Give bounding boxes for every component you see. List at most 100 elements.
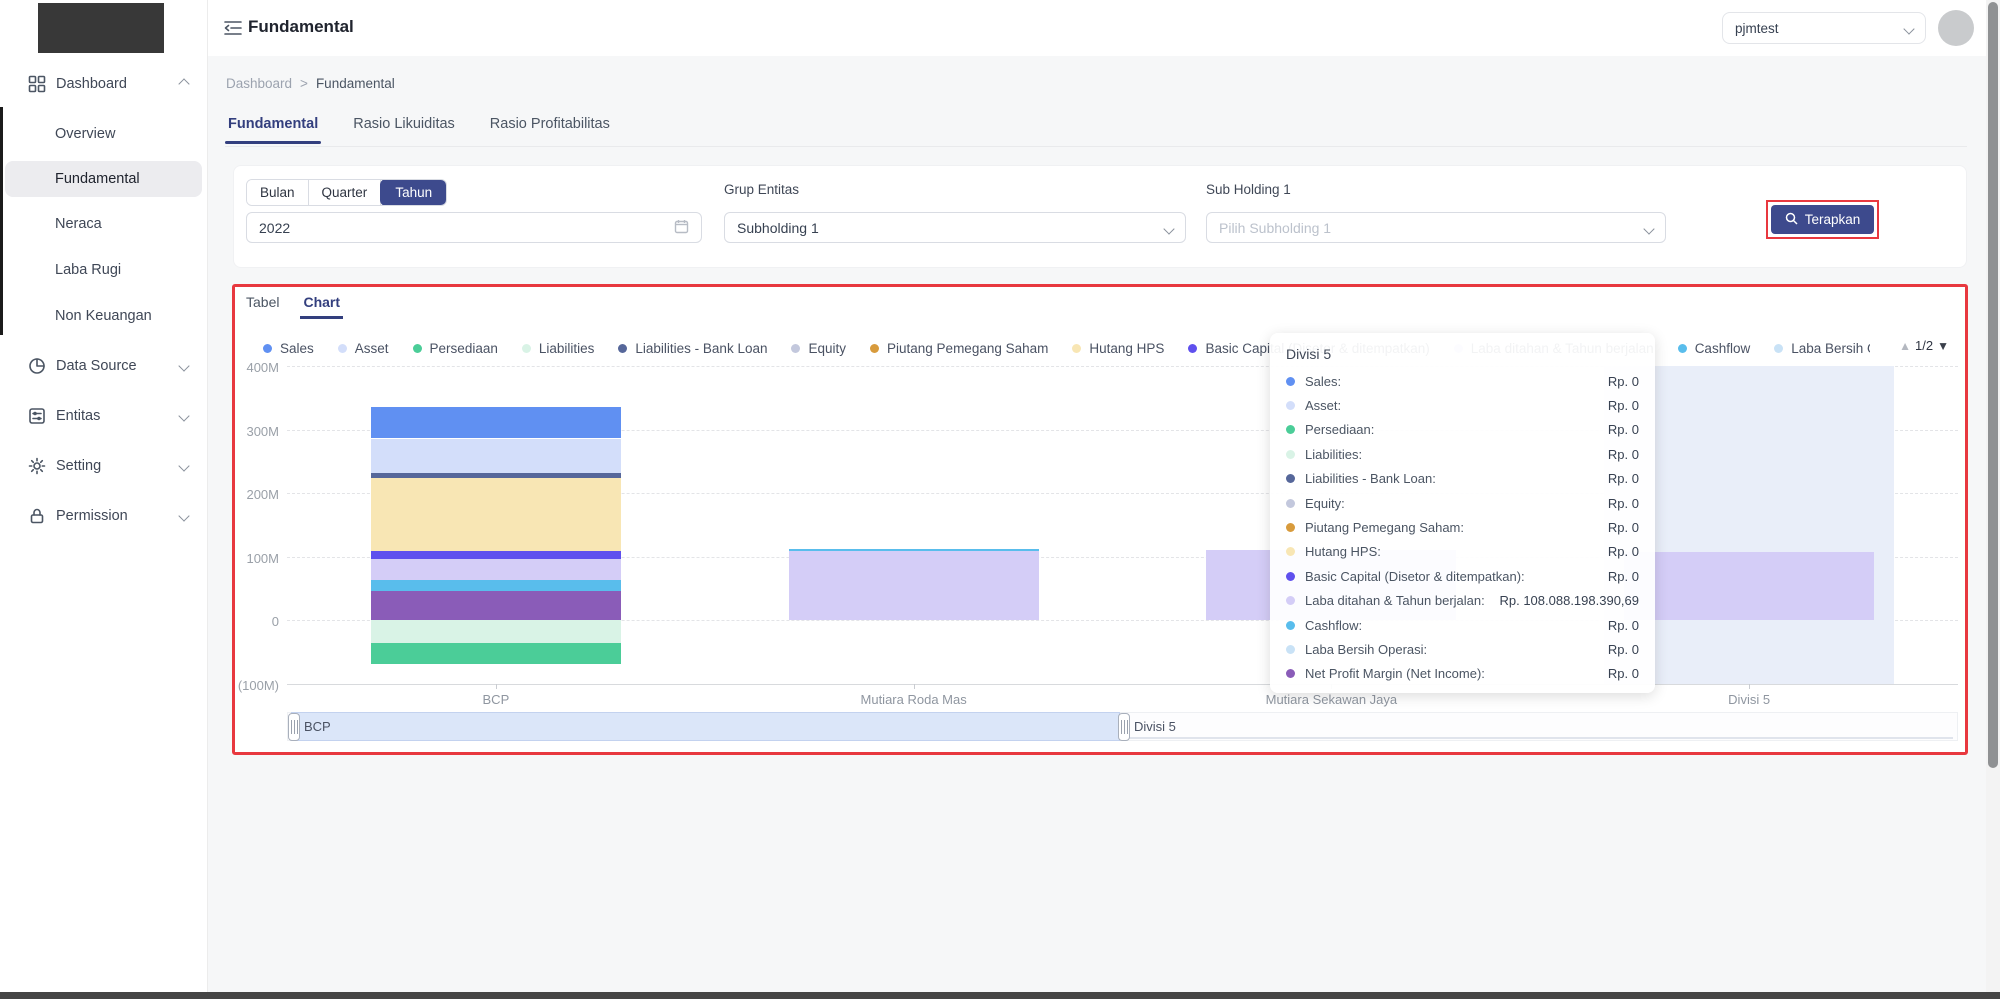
tab-rasio-profitabilitas[interactable]: Rasio Profitabilitas — [490, 116, 610, 144]
x-axis-tick — [1749, 684, 1750, 689]
app-screen: Fundamental pjmtest Dashboard Overview F… — [0, 0, 2000, 999]
tooltip-series-dot — [1286, 572, 1295, 581]
scrollbar-thumb[interactable] — [1988, 2, 1998, 768]
chevron-up-icon — [180, 76, 188, 92]
sidebar: Dashboard Overview Fundamental Neraca La… — [0, 0, 208, 992]
tooltip-row: Basic Capital (Disetor & ditempatkan):Rp… — [1286, 564, 1639, 588]
tab-chart[interactable]: Chart — [303, 294, 340, 319]
tab-label: Tabel — [246, 294, 279, 310]
panel-tabs: Tabel Chart — [246, 294, 340, 319]
tooltip-row: Hutang HPS:Rp. 0 — [1286, 540, 1639, 564]
apply-button[interactable]: Terapkan — [1771, 205, 1874, 234]
tooltip-series-value: Rp. 0 — [1608, 666, 1639, 681]
bar-segment-hutang_hps[interactable] — [371, 478, 621, 551]
bar-segment-laba_ditahan[interactable] — [1624, 552, 1874, 621]
tooltip-series-label: Sales: — [1305, 374, 1341, 389]
period-option-tahun[interactable]: Tahun — [380, 179, 447, 206]
legend-page-down-icon[interactable]: ▼ — [1937, 339, 1949, 353]
data-zoom-left-handle[interactable] — [288, 713, 300, 741]
bar-segment-liabilities[interactable] — [371, 620, 621, 642]
tooltip-series-value: Rp. 0 — [1608, 374, 1639, 389]
chevron-down-icon — [180, 508, 188, 524]
sidebar-item-entitas[interactable]: Entitas — [0, 398, 208, 434]
data-zoom-right-label: Divisi 5 — [1134, 719, 1176, 734]
bar-segment-cashflow[interactable] — [371, 580, 621, 591]
data-zoom-selected-range[interactable] — [291, 712, 1120, 741]
sidebar-item-label: Overview — [55, 126, 115, 142]
tooltip-series-label: Asset: — [1305, 398, 1341, 413]
bar-segment-laba_ditahan[interactable] — [789, 550, 1039, 620]
tooltip-series-value: Rp. 108.088.198.390,69 — [1499, 593, 1639, 608]
year-input[interactable]: 2022 — [246, 212, 702, 243]
bar-segment-sales[interactable] — [371, 407, 621, 438]
sidebar-item-label: Neraca — [55, 216, 102, 232]
sidebar-item-permission[interactable]: Permission — [0, 498, 208, 534]
bar-segment-laba_ditahan[interactable] — [371, 559, 621, 580]
sidebar-active-indicator — [0, 107, 3, 335]
legend-item-laba_bersih_operasi[interactable]: Laba Bersih Operasi — [1774, 341, 1870, 356]
legend-item-liabilities_bank_loan[interactable]: Liabilities - Bank Loan — [618, 341, 767, 356]
legend-item-equity[interactable]: Equity — [791, 341, 846, 356]
bar-segment-asset[interactable] — [371, 439, 621, 473]
tooltip-series-label: Net Profit Margin (Net Income): — [1305, 666, 1485, 681]
sidebar-item-fundamental[interactable]: Fundamental — [5, 161, 202, 197]
sidebar-item-overview[interactable]: Overview — [5, 116, 202, 152]
tooltip-series-label: Laba ditahan & Tahun berjalan: — [1305, 593, 1485, 608]
legend-item-hutang_hps[interactable]: Hutang HPS — [1072, 341, 1164, 356]
legend-item-cashflow[interactable]: Cashflow — [1678, 341, 1751, 356]
legend-item-persediaan[interactable]: Persediaan — [413, 341, 498, 356]
sidebar-item-dashboard[interactable]: Dashboard — [0, 66, 208, 102]
sidebar-item-neraca[interactable]: Neraca — [5, 206, 202, 242]
legend-dot — [1072, 344, 1081, 353]
year-value: 2022 — [259, 220, 290, 236]
bar-segment-liabilities_bank_loan[interactable] — [371, 473, 621, 478]
bar-segment-basic_capital[interactable] — [371, 551, 621, 559]
bar-segment-net_profit_margin[interactable] — [371, 591, 621, 620]
tooltip-row: Liabilities - Bank Loan:Rp. 0 — [1286, 467, 1639, 491]
tooltip-row: Asset:Rp. 0 — [1286, 393, 1639, 417]
y-axis-tick-label: 300M — [219, 424, 279, 439]
workspace-select[interactable]: pjmtest — [1722, 12, 1926, 44]
legend-label: Persediaan — [430, 341, 498, 356]
user-avatar[interactable] — [1938, 10, 1974, 46]
gridline: (100M) — [287, 684, 1958, 685]
data-zoom-slider[interactable]: BCP Divisi 5 — [287, 712, 1958, 741]
menu-fold-icon[interactable] — [224, 20, 242, 36]
tooltip-row: Piutang Pemegang Saham:Rp. 0 — [1286, 515, 1639, 539]
grup-entitas-value: Subholding 1 — [737, 220, 819, 236]
sidebar-item-laba-rugi[interactable]: Laba Rugi — [5, 252, 202, 288]
tooltip-series-dot — [1286, 669, 1295, 678]
tab-rasio-likuiditas[interactable]: Rasio Likuiditas — [353, 116, 455, 144]
tooltip-series-label: Liabilities - Bank Loan: — [1305, 471, 1436, 486]
period-option-bulan[interactable]: Bulan — [247, 180, 309, 205]
sidebar-item-non-keuangan[interactable]: Non Keuangan — [5, 298, 202, 334]
tooltip-series-dot — [1286, 474, 1295, 483]
tooltip-row: Laba ditahan & Tahun berjalan: Rp. 108.08… — [1286, 589, 1639, 613]
legend-item-liabilities[interactable]: Liabilities — [522, 341, 595, 356]
period-option-quarter[interactable]: Quarter — [309, 180, 382, 205]
chevron-down-icon — [180, 358, 188, 374]
tab-tabel[interactable]: Tabel — [246, 294, 279, 319]
bar-segment-persediaan[interactable] — [371, 643, 621, 664]
breadcrumb-separator: > — [300, 76, 308, 91]
legend-page-up-icon[interactable]: ▲ — [1899, 339, 1911, 353]
sub-holding-select[interactable]: Pilih Subholding 1 — [1206, 212, 1666, 243]
tab-label: Rasio Likuiditas — [353, 116, 455, 132]
data-zoom-right-handle[interactable] — [1118, 713, 1130, 741]
tooltip-series-label: Basic Capital (Disetor & ditempatkan): — [1305, 569, 1525, 584]
lock-icon — [28, 507, 46, 525]
legend-item-sales[interactable]: Sales — [263, 341, 314, 356]
grid-icon — [28, 75, 46, 93]
tooltip-row: Persediaan:Rp. 0 — [1286, 418, 1639, 442]
legend-item-asset[interactable]: Asset — [338, 341, 389, 356]
legend-item-piutang_pemegang_saham[interactable]: Piutang Pemegang Saham — [870, 341, 1048, 356]
breadcrumb-item[interactable]: Dashboard — [226, 76, 292, 91]
bar-segment-cashflow[interactable] — [789, 549, 1039, 551]
tab-fundamental[interactable]: Fundamental — [228, 116, 318, 144]
sidebar-item-label: Data Source — [56, 358, 137, 374]
sidebar-item-data-source[interactable]: Data Source — [0, 348, 208, 384]
tooltip-row: Equity:Rp. 0 — [1286, 491, 1639, 515]
sidebar-item-setting[interactable]: Setting — [0, 448, 208, 484]
grup-entitas-select[interactable]: Subholding 1 — [724, 212, 1186, 243]
legend-dot — [338, 344, 347, 353]
